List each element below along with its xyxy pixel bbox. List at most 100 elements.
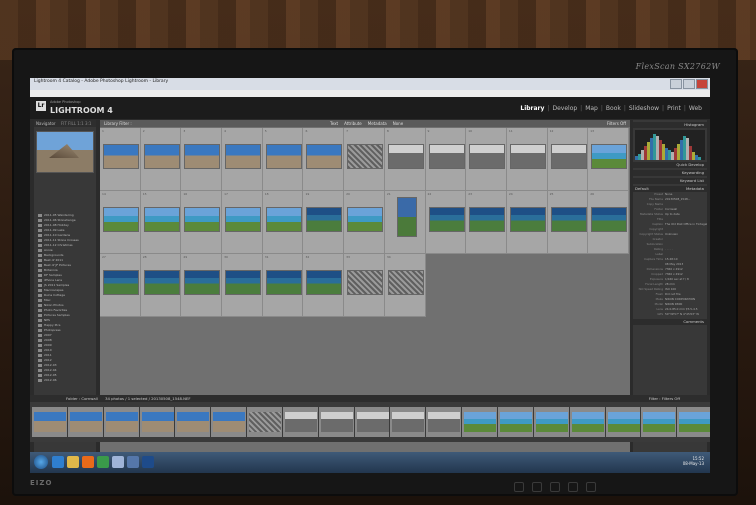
metadata-header[interactable]: Default Metadata — [633, 186, 707, 192]
grid-cell[interactable]: 8 — [384, 128, 426, 191]
metadata-value[interactable]: 7360 x 4912 — [665, 267, 683, 271]
photo-thumbnail[interactable] — [387, 144, 424, 169]
filter-option-metadata[interactable]: Metadata — [368, 121, 387, 126]
grid-cell[interactable]: 31 — [262, 254, 304, 317]
grid-cell[interactable]: 21 — [384, 191, 426, 254]
photo-thumbnail[interactable] — [347, 207, 384, 232]
grid-cell[interactable]: 22 — [425, 191, 467, 254]
filter-option-attribute[interactable]: Attribute — [344, 121, 362, 126]
photo-thumbnail[interactable] — [143, 144, 180, 169]
monitor-buttons[interactable] — [514, 482, 596, 492]
grid-cell[interactable]: 34 — [384, 254, 426, 317]
metadata-value[interactable]: Unknown — [665, 232, 678, 236]
metadata-value[interactable]: 20130508_1548... — [665, 197, 690, 201]
metadata-value[interactable]: · · · · · — [665, 247, 673, 251]
metadata-value[interactable]: 50°39'57" N 4°45'03" W — [665, 312, 699, 316]
photo-thumbnail[interactable] — [550, 144, 587, 169]
grid-cell[interactable]: 29 — [181, 254, 223, 317]
filmstrip-source[interactable]: Folder : Cornwall — [66, 396, 98, 401]
keywording-header[interactable]: Keywording — [633, 170, 707, 176]
filmstrip-thumb[interactable] — [318, 407, 354, 437]
filmstrip-thumb[interactable] — [497, 407, 533, 437]
filmstrip-thumb[interactable] — [569, 407, 605, 437]
photo-thumbnail[interactable] — [184, 144, 221, 169]
filmstrip-thumb[interactable] — [282, 407, 318, 437]
grid-cell[interactable]: 27 — [100, 254, 141, 317]
histogram-header[interactable]: Histogram — [633, 122, 707, 128]
filmstrip-thumb[interactable] — [32, 407, 67, 437]
navigator-preview[interactable] — [36, 131, 94, 173]
photo-thumbnail[interactable] — [265, 270, 302, 295]
metadata-value[interactable]: ISO 100 — [665, 287, 676, 291]
photo-thumbnail[interactable] — [347, 144, 384, 169]
filmstrip-thumb[interactable] — [533, 407, 569, 437]
filmstrip-thumb[interactable] — [462, 407, 497, 437]
photo-thumbnail[interactable] — [428, 144, 465, 169]
grid-cell[interactable]: 12 — [547, 128, 589, 191]
minimize-button[interactable] — [670, 79, 682, 89]
photo-thumbnail[interactable] — [550, 207, 587, 232]
photo-thumbnail[interactable] — [143, 207, 180, 232]
photo-thumbnail[interactable] — [509, 144, 546, 169]
metadata-value[interactable]: NIKON CORPORATION — [665, 297, 695, 301]
filter-option-none[interactable]: None — [393, 121, 403, 126]
photo-thumbnail[interactable] — [591, 207, 628, 232]
metadata-value[interactable]: 24.0-85.0 mm f/3.5-4.5 — [665, 307, 698, 311]
photo-thumbnail[interactable] — [396, 197, 417, 237]
photo-thumbnail[interactable] — [265, 144, 302, 169]
grid-cell[interactable]: 6 — [303, 128, 345, 191]
metadata-value[interactable]: The Old Post Office in Tintagel — [665, 222, 707, 226]
module-library[interactable]: Library — [518, 105, 546, 112]
grid-cell[interactable]: 2 — [140, 128, 182, 191]
photo-thumbnail[interactable] — [225, 207, 262, 232]
metadata-value[interactable]: 15:48:10 — [665, 257, 678, 261]
filmstrip-thumb[interactable] — [211, 407, 247, 437]
photo-thumbnail[interactable] — [265, 207, 302, 232]
grid-cell[interactable]: 16 — [181, 191, 223, 254]
grid-cell[interactable]: 14 — [100, 191, 141, 254]
filmstrip-filter-value[interactable]: Filters Off — [662, 396, 680, 401]
filmstrip-thumb[interactable] — [354, 407, 390, 437]
grid-cell[interactable]: 32 — [303, 254, 345, 317]
module-map[interactable]: Map — [583, 105, 600, 112]
grid-cell[interactable]: 25 — [547, 191, 589, 254]
grid-cell[interactable]: 10 — [466, 128, 507, 191]
module-print[interactable]: Print — [665, 105, 683, 112]
ie-icon[interactable] — [52, 456, 64, 468]
grid-cell[interactable]: 30 — [222, 254, 263, 317]
photo-thumbnail[interactable] — [184, 270, 221, 295]
metadata-value[interactable]: Up to date — [665, 212, 680, 216]
close-button[interactable] — [696, 79, 708, 89]
photo-thumbnail[interactable] — [306, 207, 343, 232]
module-book[interactable]: Book — [604, 105, 623, 112]
metadata-value[interactable]: Cornwall — [665, 207, 677, 211]
app-icon[interactable] — [127, 456, 139, 468]
metadata-value[interactable]: 1/160 sec at f / 8 — [665, 277, 689, 281]
filmstrip-thumb[interactable] — [677, 407, 710, 437]
photo-thumbnail[interactable] — [184, 207, 221, 232]
grid-cell[interactable]: 28 — [140, 254, 182, 317]
photo-thumbnail[interactable] — [469, 144, 506, 169]
quick-develop-header[interactable]: Quick Develop — [633, 162, 707, 168]
grid-cell[interactable]: 1 — [100, 128, 141, 191]
grid-cell[interactable]: 3 — [181, 128, 223, 191]
photo-thumbnail[interactable] — [225, 144, 262, 169]
grid-cell[interactable]: 9 — [425, 128, 467, 191]
filmstrip-thumb[interactable] — [390, 407, 426, 437]
module-web[interactable]: Web — [687, 105, 704, 112]
grid-cell[interactable]: 11 — [506, 128, 548, 191]
start-button[interactable] — [34, 455, 48, 469]
photo-thumbnail[interactable] — [347, 270, 384, 295]
module-develop[interactable]: Develop — [550, 105, 579, 112]
chrome-icon[interactable] — [97, 456, 109, 468]
grid-cell[interactable]: 15 — [140, 191, 182, 254]
grid-cell[interactable]: 18 — [262, 191, 304, 254]
grid-cell[interactable]: 26 — [588, 191, 629, 254]
grid-cell[interactable]: 7 — [344, 128, 385, 191]
filter-preset[interactable]: Filters Off — [607, 120, 626, 127]
lightroom-icon[interactable] — [112, 456, 124, 468]
grid-cell[interactable]: 4 — [222, 128, 263, 191]
metadata-value[interactable]: Did not fire — [665, 292, 681, 296]
filmstrip-thumb[interactable] — [247, 407, 282, 437]
photo-thumbnail[interactable] — [103, 207, 139, 232]
